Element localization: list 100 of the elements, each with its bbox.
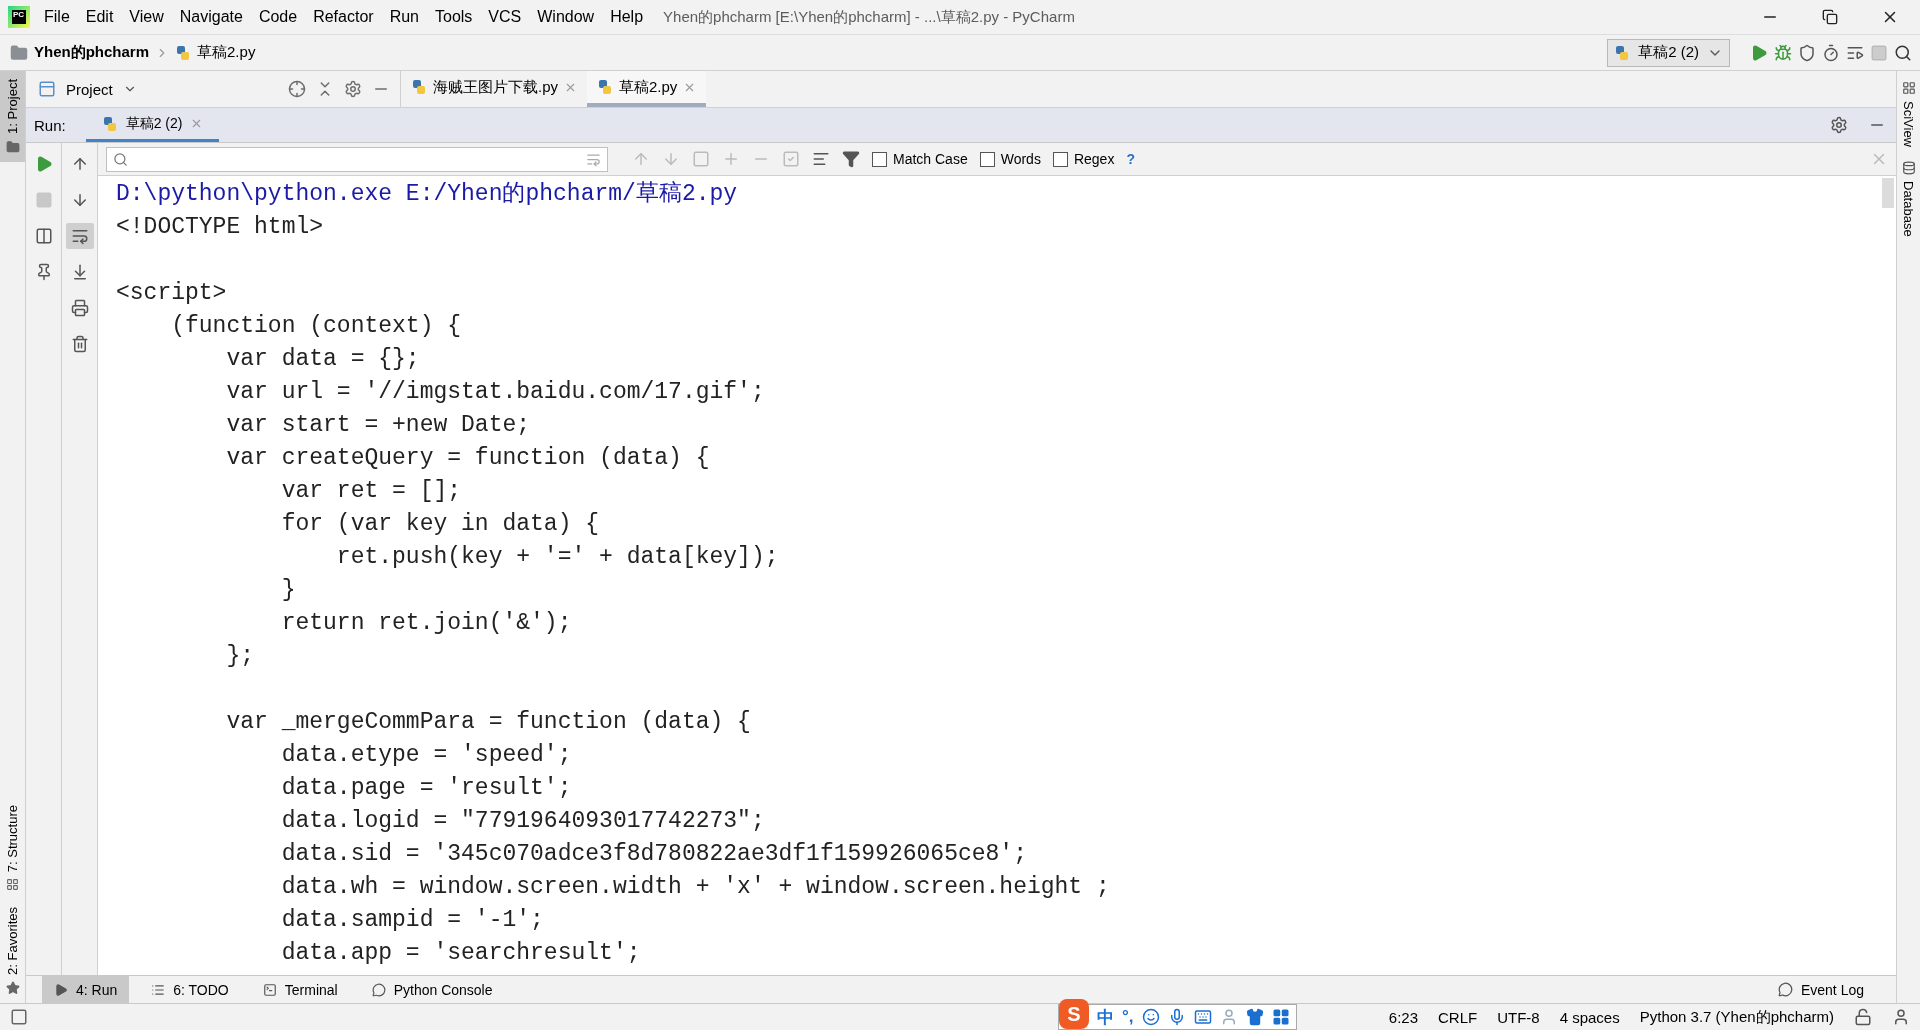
tool-window-tab[interactable]: 7: Structure [0,796,25,900]
debug-icon[interactable] [1774,43,1792,62]
star-icon[interactable] [5,981,20,995]
status-item[interactable]: CRLF [1438,1008,1478,1026]
menu-item[interactable]: Window [537,8,595,26]
search-icon [113,151,128,167]
input-mode-toggle[interactable]: 中 [1097,1005,1114,1029]
lock-icon[interactable] [1854,1008,1872,1026]
run-icon[interactable] [1750,43,1768,62]
breadcrumb[interactable]: Yhen的phcharm [34,43,150,62]
console-line: var start = +new Date; [225,411,532,440]
python-file-icon [175,44,192,61]
editor-tab[interactable]: 草稿2.py [587,71,707,107]
menu-item[interactable]: Edit [85,8,114,26]
keyboard-icon[interactable] [1193,1008,1212,1026]
project-tool-tab[interactable]: 1: Project [0,71,25,162]
menu-item[interactable]: Refactor [313,8,374,26]
filter-lines-icon[interactable] [812,150,830,168]
checkbox[interactable] [1052,151,1068,167]
layout-icon[interactable] [34,227,53,245]
event-log-button[interactable]: Event Log [1765,976,1876,1003]
status-item[interactable]: UTF-8 [1497,1008,1540,1026]
console-line: var data = {}; [225,345,421,374]
run-config-dropdown[interactable]: 草稿2 (2) [1607,38,1730,67]
console-line: <!DOCTYPE html> [116,213,325,242]
status-item[interactable]: 6:23 [1388,1008,1418,1026]
console-line: data.etype = 'speed'; [280,741,573,770]
python-file-icon [101,115,118,132]
trash-icon[interactable] [70,335,89,353]
search-field[interactable] [106,146,608,172]
menu-item[interactable]: Run [389,8,419,26]
tool-window-tab[interactable]: 6: TODO [139,976,241,1003]
console-line: var _mergeCommPara = function (data) { [225,708,752,737]
checkbox-label[interactable]: Match Case [893,151,968,167]
console-line: data.app = 'searchresult'; [280,939,642,968]
menu-item[interactable]: VCS [488,8,522,26]
console-line: data.logid = "7791964093017742273"; [280,807,766,836]
tool-window-tab[interactable]: 2: Favorites [0,899,25,1003]
project-view-icon [38,80,56,98]
search-icon[interactable] [1894,43,1912,62]
restore-icon[interactable] [1822,9,1838,25]
speech-bubble-icon[interactable] [1777,982,1793,997]
menu-item[interactable]: Code [258,8,298,26]
checkbox-label[interactable]: Regex [1073,151,1115,167]
help-link[interactable]: ? [1126,151,1135,167]
window-title: Yhen的phcharm [E:\Yhen的phcharm] - ...\草稿2.py - PyCharm [663,7,1075,27]
database-icon[interactable] [1901,161,1916,175]
play-icon[interactable] [54,982,68,997]
run-tab[interactable]: 草稿2 (2) [85,108,220,142]
console-line: data.sid = '345c070adce3f8d780822ae3df1f159926065ce8'; [280,840,1028,869]
console-line: data.wh = window.screen.width + 'x' + window.screen.height ; [280,873,1111,902]
tool-window-tab[interactable]: 4: Run [42,976,130,1003]
menu-item[interactable]: File [44,8,70,26]
status-item[interactable]: 4 spaces [1559,1008,1620,1026]
console-line: }; [225,642,256,671]
settings-icon[interactable] [344,80,362,98]
smile-icon[interactable] [1141,1008,1160,1026]
console-line: (function (context) { [170,312,463,341]
print-icon[interactable] [70,299,89,317]
console-line: var createQuery = function (data) { [225,444,711,473]
python-file-icon [411,79,427,95]
breadcrumb[interactable]: 草稿2.py [197,43,256,62]
project-view-dropdown[interactable]: Project [66,80,113,98]
checkbox[interactable] [872,151,887,167]
tool-window-tab[interactable]: Python Console [359,976,505,1003]
wrap-icon[interactable] [70,227,89,245]
structure-icon[interactable] [6,878,19,892]
status-item[interactable]: Python 3.7 (Yhen的phcharm) [1639,1007,1834,1027]
python-file-icon [1614,44,1631,61]
menu-item[interactable]: View [129,8,164,26]
console-line: data.sampid = '-1'; [280,906,545,935]
console-line: ret.push(key + '=' + data[key]); [335,543,780,572]
locate-icon[interactable] [288,80,306,98]
tool-window-tab[interactable]: Terminal [250,976,350,1003]
grid-icon[interactable] [1901,81,1916,95]
folder-icon [10,43,28,62]
settings-icon[interactable] [1830,116,1848,134]
checkbox-label[interactable]: Words [1000,151,1041,167]
tool-window-tab[interactable]: SciView [1901,81,1916,147]
folder-icon[interactable] [5,139,20,154]
menu-item[interactable]: Navigate [179,8,243,26]
terminal-icon[interactable] [262,982,277,997]
console-line: var ret = []; [280,477,463,506]
grid-icon[interactable] [1271,1008,1290,1026]
python-file-icon [597,79,613,95]
console-line: <script> [116,279,228,308]
list-icon[interactable] [151,982,166,997]
editor-tab[interactable]: 海贼王图片下载.py [401,71,587,107]
console-line: var url = '//imgstat.baidu.com/17.gif'; [225,378,766,407]
console-line: } [280,576,297,605]
menu-item[interactable]: Tools [435,8,473,26]
tool-window-tab[interactable]: Database [1901,161,1916,237]
filter-icon[interactable] [842,150,860,168]
panel-toggle-icon[interactable] [10,1008,28,1026]
menu-item[interactable]: Help [610,8,644,26]
shirt-icon[interactable] [1245,1008,1264,1026]
soft-wrap-button[interactable] [65,223,94,249]
scrollbar-thumb[interactable] [1882,178,1894,208]
checkbox[interactable] [979,151,995,167]
punctuation-toggle[interactable]: °, [1122,1007,1134,1027]
